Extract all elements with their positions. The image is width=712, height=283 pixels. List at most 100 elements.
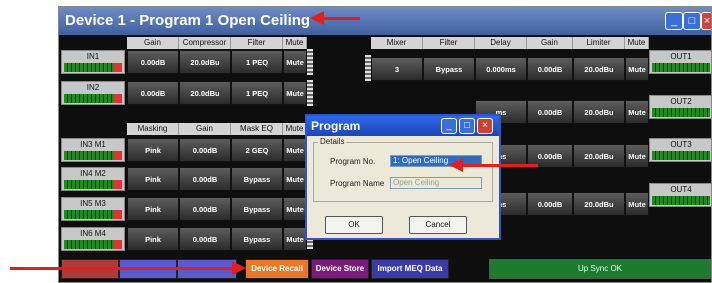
out1-filter-button[interactable]: Bypass — [423, 57, 475, 81]
m3-masking-button[interactable]: Pink — [127, 197, 179, 221]
arrow-head-icon — [449, 158, 463, 172]
out2-limiter-button[interactable]: 20.0dBu — [573, 100, 625, 124]
app-window: Device 1 - Program 1 Open Ceiling _ □ × … — [58, 6, 712, 283]
dialog-maximize-button[interactable]: □ — [459, 118, 475, 134]
title-bar: Device 1 - Program 1 Open Ceiling _ □ × — [59, 7, 711, 35]
input-label-in3-m1: IN3 M1 — [61, 138, 125, 162]
in1-fader[interactable] — [307, 49, 313, 75]
close-button[interactable]: × — [701, 12, 711, 30]
program-no-label: Program No. — [330, 157, 376, 166]
in1-filter-button[interactable]: 1 PEQ — [231, 50, 283, 74]
window-title: Device 1 - Program 1 Open Ceiling — [65, 12, 311, 29]
m1-mute-button[interactable]: Mute — [283, 138, 307, 162]
col-header-out-gain: Gain — [527, 37, 573, 49]
m1-eq-button[interactable]: 2 GEQ — [231, 138, 283, 162]
level-meter — [652, 63, 710, 72]
out4-limiter-button[interactable]: 20.0dBu — [573, 192, 625, 216]
m3-eq-button[interactable]: Bypass — [231, 197, 283, 221]
col-header-delay: Delay — [475, 37, 527, 49]
out1-limiter-button[interactable]: 20.0dBu — [573, 57, 625, 81]
col-header-limiter: Limiter — [573, 37, 625, 49]
col-header-mask-gain: Gain — [179, 123, 231, 135]
input-label-in5-m3: IN5 M3 — [61, 197, 125, 221]
in2-gain-button[interactable]: 0.00dB — [127, 81, 179, 105]
col-header-mask-eq: Mask EQ — [231, 123, 283, 135]
in1-gain-button[interactable]: 0.00dB — [127, 50, 179, 74]
out2-mute-button[interactable]: Mute — [625, 100, 649, 124]
input-label-in2: IN2 — [61, 81, 125, 105]
col-header-mute: Mute — [283, 37, 307, 49]
out3-limiter-button[interactable]: 20.0dBu — [573, 144, 625, 168]
level-meter — [652, 151, 710, 160]
program-dialog: Program _ □ × Details Program No. 1: Ope… — [305, 114, 501, 240]
m4-eq-button[interactable]: Bypass — [231, 227, 283, 251]
details-group-label: Details — [318, 137, 347, 146]
program-name-field[interactable]: Open Ceiling — [390, 177, 482, 189]
output-label-out2: OUT2 — [649, 95, 711, 119]
level-meter — [652, 196, 710, 205]
col-header-filter: Filter — [231, 37, 283, 49]
in2-filter-button[interactable]: 1 PEQ — [231, 81, 283, 105]
col-header-mask-mute: Mute — [283, 123, 307, 135]
m3-gain-button[interactable]: 0.00dB — [179, 197, 231, 221]
maximize-button[interactable]: □ — [683, 12, 701, 30]
device-store-button[interactable]: Device Store — [311, 259, 369, 279]
annotation-arrow-program-no — [462, 164, 538, 167]
m4-masking-button[interactable]: Pink — [127, 227, 179, 251]
col-header-mixer: Mixer — [371, 37, 423, 49]
in2-compressor-button[interactable]: 20.0dBu — [179, 81, 231, 105]
sync-status: Up Sync OK — [489, 259, 711, 279]
annotation-arrow-title — [322, 17, 360, 20]
col-header-gain: Gain — [127, 37, 179, 49]
m4-gain-button[interactable]: 0.00dB — [179, 227, 231, 251]
mixer-button[interactable]: 3 — [371, 57, 423, 81]
input-label-in6-m4: IN6 M4 — [61, 227, 125, 251]
m2-masking-button[interactable]: Pink — [127, 167, 179, 191]
annotation-arrow-device-recall — [10, 267, 234, 270]
level-meter — [64, 151, 122, 160]
import-meq-button[interactable]: Import MEQ Data — [371, 259, 449, 279]
col-header-masking: Masking — [127, 123, 179, 135]
input-label-in4-m2: IN4 M2 — [61, 167, 125, 191]
level-meter — [652, 108, 710, 117]
level-meter — [64, 240, 122, 249]
cancel-button[interactable]: Cancel — [409, 216, 467, 234]
in2-fader[interactable] — [307, 80, 313, 106]
level-meter — [64, 180, 122, 189]
output-label-out3: OUT3 — [649, 138, 711, 162]
out1-gain-button[interactable]: 0.00dB — [527, 57, 573, 81]
output-label-out4: OUT4 — [649, 183, 711, 207]
m2-mute-button[interactable]: Mute — [283, 167, 307, 191]
level-meter — [64, 210, 122, 219]
col-header-out-mute: Mute — [625, 37, 649, 49]
minimize-button[interactable]: _ — [665, 12, 683, 30]
m1-masking-button[interactable]: Pink — [127, 138, 179, 162]
level-meter — [64, 63, 122, 72]
col-header-out-filter: Filter — [423, 37, 475, 49]
out1-delay-button[interactable]: 0.000ms — [475, 57, 527, 81]
out1-mute-button[interactable]: Mute — [625, 57, 649, 81]
arrow-head-icon — [232, 261, 246, 275]
device-recall-button[interactable]: Device Recall — [245, 259, 309, 279]
m1-gain-button[interactable]: 0.00dB — [179, 138, 231, 162]
output-label-out1: OUT1 — [649, 50, 711, 74]
out4-mute-button[interactable]: Mute — [625, 192, 649, 216]
dialog-minimize-button[interactable]: _ — [441, 118, 457, 134]
out3-mute-button[interactable]: Mute — [625, 144, 649, 168]
dialog-close-button[interactable]: × — [477, 118, 493, 134]
m4-mute-button[interactable]: Mute — [283, 227, 307, 251]
m3-mute-button[interactable]: Mute — [283, 197, 307, 221]
out4-gain-button[interactable]: 0.00dB — [527, 192, 573, 216]
level-meter — [64, 94, 122, 103]
input-label-in1: IN1 — [61, 50, 125, 74]
col-header-compressor: Compressor — [179, 37, 231, 49]
arrow-head-icon — [310, 11, 324, 25]
ok-button[interactable]: OK — [325, 216, 383, 234]
program-name-label: Program Name — [330, 179, 385, 188]
m2-gain-button[interactable]: 0.00dB — [179, 167, 231, 191]
in1-mute-button[interactable]: Mute — [283, 50, 307, 74]
m2-eq-button[interactable]: Bypass — [231, 167, 283, 191]
in2-mute-button[interactable]: Mute — [283, 81, 307, 105]
out2-gain-button[interactable]: 0.00dB — [527, 100, 573, 124]
in1-compressor-button[interactable]: 20.0dBu — [179, 50, 231, 74]
